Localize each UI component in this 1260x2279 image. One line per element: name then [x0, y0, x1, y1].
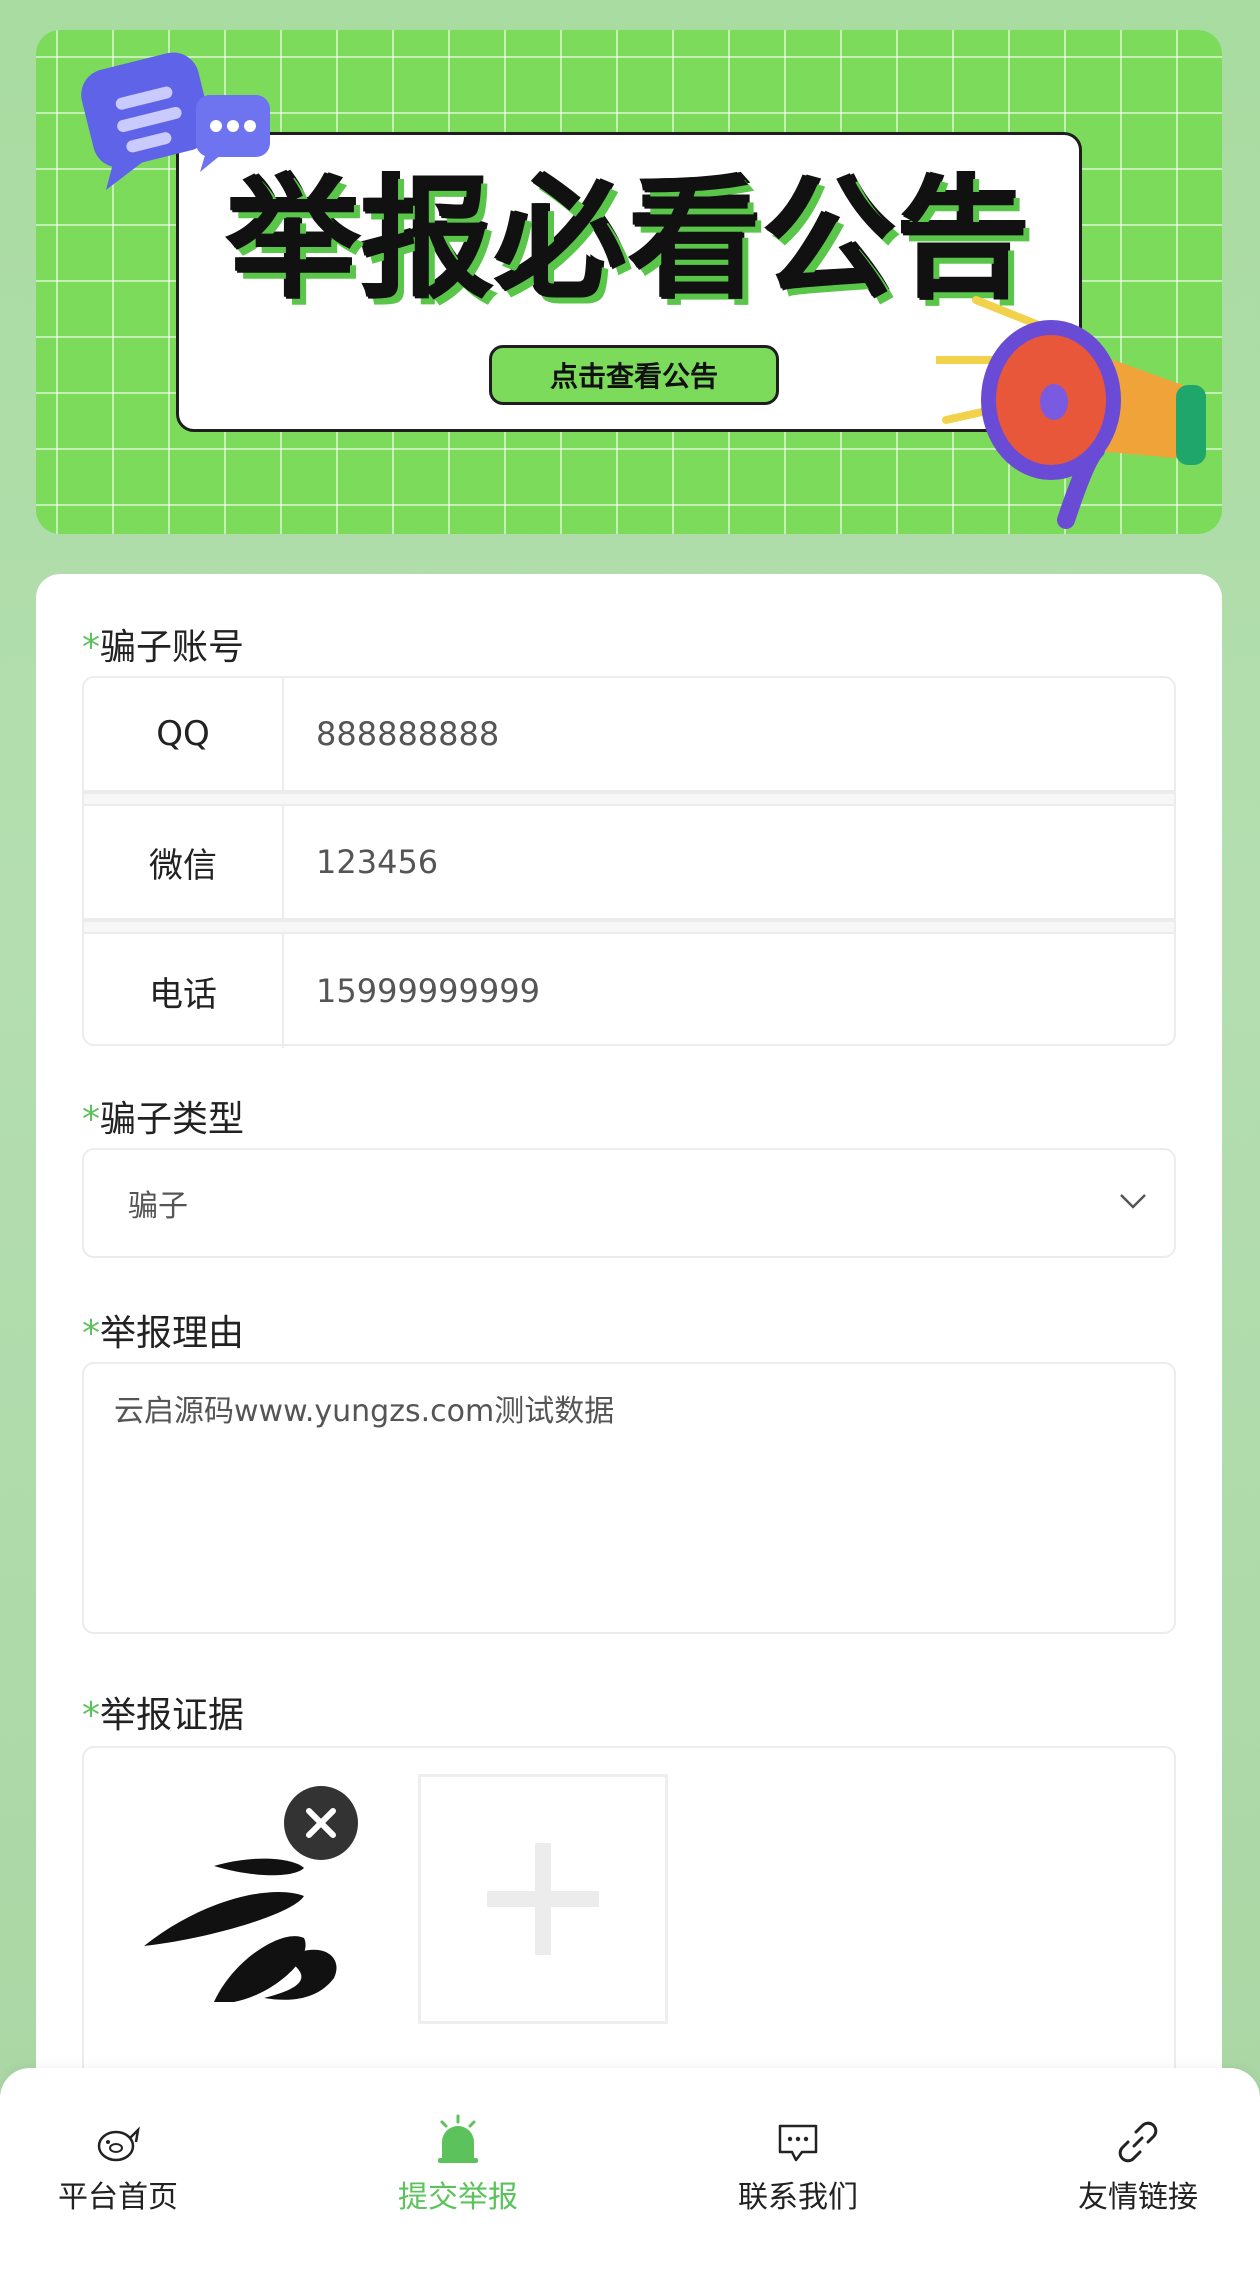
chat-bubble-icon: [81, 52, 270, 190]
view-announcement-button[interactable]: 点击查看公告: [489, 345, 779, 405]
phone-input[interactable]: 15999999999: [284, 934, 1174, 1048]
close-icon: [306, 1808, 336, 1838]
report-form: *骗子账号 QQ 888888888 微信 123456 电话 15999999…: [36, 574, 1222, 2279]
announcement-banner[interactable]: 举报必看公告 点击查看公告: [36, 30, 1222, 534]
tab-friend-links-label: 友情链接: [1078, 2180, 1198, 2215]
tab-contact-us-label: 联系我们: [738, 2180, 858, 2215]
chevron-down-icon: [1120, 1194, 1146, 1209]
scammer-type-select[interactable]: 骗子: [82, 1148, 1176, 1258]
account-row-wechat: 微信 123456: [84, 806, 1174, 920]
report-reason-label: *举报理由: [82, 1313, 245, 1354]
wechat-input[interactable]: 123456: [284, 806, 1174, 918]
account-key-phone: 电话: [84, 934, 284, 1048]
row-divider: [84, 792, 1174, 806]
account-key-wechat: 微信: [84, 806, 284, 918]
delete-image-button[interactable]: [284, 1786, 358, 1860]
alarm-icon: [438, 2114, 478, 2163]
report-reason-textarea[interactable]: 云启源码www.yungzs.com测试数据: [82, 1362, 1176, 1634]
report-evidence-label: *举报证据: [82, 1695, 245, 1736]
megaphone-icon: [936, 296, 1206, 529]
scammer-type-label: *骗子类型: [82, 1099, 245, 1140]
tab-contact-us[interactable]: 联系我们: [698, 2108, 898, 2228]
message-icon: [778, 2124, 818, 2162]
row-divider: [84, 920, 1174, 934]
scammer-account-group: QQ 888888888 微信 123456 电话 15999999999: [82, 676, 1176, 1048]
link-icon: [1118, 2121, 1158, 2163]
bottom-tab-bar: 平台首页 提交举报 联系我们 友情链接: [0, 2068, 1260, 2279]
home-icon: [97, 2126, 140, 2162]
scammer-type-value: 骗子: [128, 1189, 188, 1224]
account-row-phone: 电话 15999999999: [84, 934, 1174, 1048]
plus-icon: [487, 1843, 599, 1955]
tab-submit-report[interactable]: 提交举报: [358, 2108, 558, 2228]
tab-submit-report-label: 提交举报: [398, 2180, 518, 2215]
add-image-button[interactable]: [418, 1774, 668, 2024]
tab-home-label: 平台首页: [58, 2180, 178, 2215]
tab-friend-links[interactable]: 友情链接: [1038, 2108, 1238, 2228]
qq-input[interactable]: 888888888: [284, 678, 1174, 790]
tab-home[interactable]: 平台首页: [18, 2108, 218, 2228]
account-row-qq: QQ 888888888: [84, 678, 1174, 792]
scammer-account-label: *骗子账号: [82, 627, 245, 668]
account-key-qq: QQ: [84, 678, 284, 790]
required-mark: *: [82, 627, 100, 668]
